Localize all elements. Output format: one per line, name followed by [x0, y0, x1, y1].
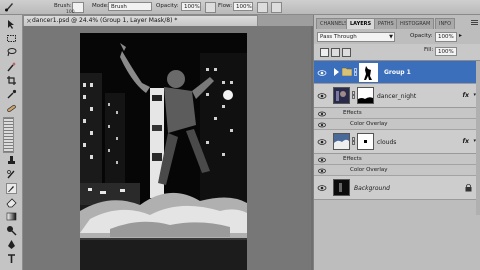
eye-icon[interactable]	[317, 167, 327, 175]
panel-menu-icon[interactable]	[471, 20, 478, 26]
tab-layers[interactable]: LAYERS	[346, 18, 376, 29]
document-title: dancer1.psd @ 24.4% (Group 1, Layer Mask…	[32, 17, 178, 24]
opacity-label: Opacity:	[156, 3, 179, 9]
tab-histogram[interactable]: HISTOGRAM	[396, 18, 435, 29]
dodge-icon[interactable]	[6, 225, 17, 236]
eraser-icon[interactable]	[6, 197, 17, 208]
chain-link-icon[interactable]	[352, 91, 355, 99]
mode-select[interactable]: Brush	[108, 2, 152, 11]
lock-transparency-icon[interactable]	[320, 48, 329, 57]
close-document-icon[interactable]: ×	[26, 16, 32, 26]
folder-icon	[341, 67, 353, 77]
eye-icon[interactable]	[317, 68, 327, 78]
fill-field[interactable]: 100%	[435, 47, 457, 56]
effect-color-overlay-row[interactable]: Color Overlay	[314, 165, 480, 176]
chain-link-icon[interactable]	[352, 137, 355, 145]
layer-row-clouds[interactable]: clouds fx ▾	[314, 130, 480, 154]
clone-stamp-icon[interactable]	[6, 155, 17, 166]
effects-row[interactable]: Effects	[314, 108, 480, 119]
options-bar: Brush: 100 Mode: Brush Opacity: 100% Flo…	[0, 0, 480, 15]
tablet-size-toggle[interactable]	[271, 2, 282, 13]
magic-wand-icon[interactable]	[6, 61, 17, 72]
eye-icon[interactable]	[317, 121, 327, 129]
layer-row-background[interactable]: Background	[314, 176, 480, 200]
flow-label: Flow:	[218, 3, 233, 9]
gradient-icon[interactable]	[6, 211, 17, 222]
pen-icon[interactable]	[6, 239, 17, 250]
tab-paths[interactable]: PATHS	[374, 18, 398, 29]
layer-mask-thumbnail[interactable]	[359, 63, 378, 82]
opacity-slider-icon[interactable]: ▸	[459, 32, 462, 39]
eye-icon[interactable]	[317, 91, 327, 101]
eyedropper-icon[interactable]	[6, 89, 17, 100]
lock-icon	[465, 183, 472, 192]
layer-effects-icon[interactable]: fx	[463, 138, 469, 145]
lock-pixels-icon[interactable]	[331, 48, 340, 57]
layer-opacity-field[interactable]: 100%	[435, 32, 457, 42]
eye-icon[interactable]	[317, 183, 327, 193]
mode-label: Mode:	[92, 3, 109, 9]
brush-preset-icon[interactable]	[4, 1, 15, 12]
effects-label: Effects	[343, 110, 362, 116]
layer-mask-thumbnail[interactable]	[357, 87, 374, 104]
type-icon[interactable]	[6, 253, 17, 264]
layer-row-dancer-night[interactable]: dancer_night fx ▾	[314, 84, 480, 108]
chevron-down-icon: ▼	[389, 34, 393, 40]
crop-icon[interactable]	[6, 75, 17, 86]
effect-name: Color Overlay	[350, 167, 388, 173]
layer-thumbnail[interactable]	[333, 179, 350, 196]
fill-label: Fill:	[424, 47, 434, 53]
tablet-opacity-toggle[interactable]	[205, 2, 216, 13]
eye-icon[interactable]	[317, 156, 327, 164]
lock-row: Fill: 100%	[314, 44, 480, 61]
healing-icon[interactable]	[6, 103, 17, 114]
brush-icon[interactable]	[6, 183, 17, 194]
eye-icon[interactable]	[317, 137, 327, 147]
tab-strip	[258, 15, 313, 26]
document-tab[interactable]: × dancer1.psd @ 24.4% (Group 1, Layer Ma…	[23, 15, 258, 26]
effect-color-overlay-row[interactable]: Color Overlay	[314, 119, 480, 130]
layer-thumbnail[interactable]	[333, 87, 350, 104]
chain-link-icon[interactable]	[354, 68, 357, 76]
effects-label: Effects	[343, 156, 362, 162]
lasso-icon[interactable]	[6, 47, 17, 58]
layer-name[interactable]: Background	[354, 185, 390, 192]
layer-opacity-label: Opacity:	[410, 33, 433, 39]
lock-position-icon[interactable]	[342, 48, 351, 57]
history-brush-icon[interactable]	[6, 169, 17, 180]
layer-effects-icon[interactable]: fx	[463, 92, 469, 99]
layer-row-group-1[interactable]: Group 1	[314, 61, 480, 84]
layer-name[interactable]: Group 1	[384, 69, 411, 76]
toolbar-grip[interactable]	[3, 117, 14, 153]
tools-panel	[0, 15, 23, 270]
layers-empty-area	[314, 215, 480, 270]
flow-field[interactable]: 100%	[233, 2, 253, 11]
airbrush-toggle[interactable]	[257, 2, 268, 13]
effect-name: Color Overlay	[350, 121, 388, 127]
opacity-field[interactable]: 100%	[181, 2, 201, 11]
canvas-image	[80, 33, 247, 270]
layers-scrollbar[interactable]	[476, 61, 480, 215]
layer-name[interactable]: clouds	[377, 139, 396, 146]
layer-name[interactable]: dancer_night	[377, 93, 416, 100]
effects-row[interactable]: Effects	[314, 154, 480, 165]
blend-mode-value: Pass Through	[320, 34, 357, 40]
layer-mask-thumbnail[interactable]	[357, 133, 374, 150]
tab-info[interactable]: INFO	[435, 18, 456, 29]
marquee-icon[interactable]	[6, 33, 17, 44]
blend-mode-select[interactable]: Pass Through ▼	[317, 32, 395, 42]
document-canvas[interactable]	[80, 33, 247, 270]
eye-icon[interactable]	[317, 110, 327, 118]
move-icon[interactable]	[6, 19, 17, 30]
expand-arrow-icon[interactable]	[334, 68, 339, 76]
layer-thumbnail[interactable]	[333, 133, 350, 150]
layers-panel: CHANNELS LAYERS PATHS HISTOGRAM INFO Pas…	[313, 15, 480, 270]
